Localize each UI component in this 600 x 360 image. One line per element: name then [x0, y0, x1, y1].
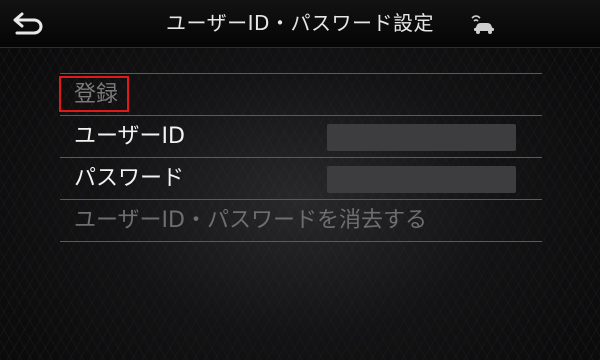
- header-divider: [0, 47, 600, 48]
- user-id-row[interactable]: ユーザーID: [60, 115, 542, 157]
- password-field[interactable]: [327, 166, 516, 193]
- back-arrow-icon: [13, 12, 43, 35]
- user-id-field[interactable]: [327, 124, 516, 151]
- page-title: ユーザーID・パスワード設定: [166, 11, 434, 35]
- register-label: 登録: [74, 82, 119, 107]
- header-bar: ユーザーID・パスワード設定: [0, 0, 600, 48]
- status-indicator: [470, 13, 496, 35]
- clear-credentials-label: ユーザーID・パスワードを消去する: [74, 208, 427, 233]
- user-id-label: ユーザーID: [74, 124, 185, 149]
- clear-credentials-row: ユーザーID・パスワードを消去する: [60, 199, 542, 242]
- password-label: パスワード: [74, 166, 185, 191]
- back-button[interactable]: [8, 6, 48, 40]
- settings-menu: 登録 ユーザーID パスワード ユーザーID・パスワードを消去する: [59, 73, 542, 242]
- screen: ユーザーID・パスワード設定 登録 ユーザーID パスワード ユーザーID・パス…: [0, 0, 600, 360]
- register-row[interactable]: 登録: [59, 73, 542, 115]
- password-row[interactable]: パスワード: [60, 157, 542, 199]
- car-network-icon: [471, 15, 494, 34]
